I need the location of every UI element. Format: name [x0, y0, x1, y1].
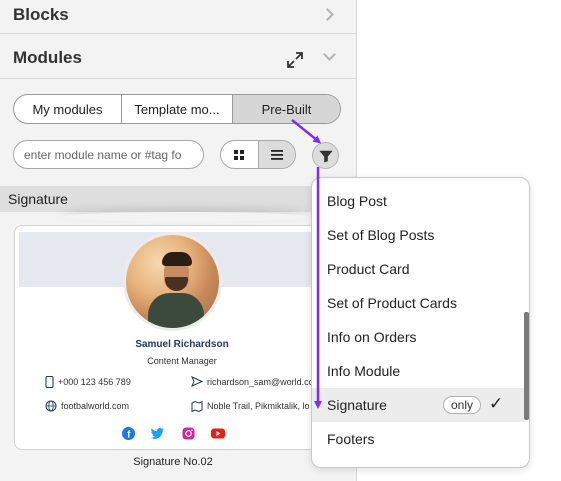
dropdown-item-product-card[interactable]: Product Card: [312, 252, 525, 286]
list-icon: [270, 149, 283, 160]
send-icon: [191, 376, 203, 387]
dropdown-item-label: Footers: [327, 431, 375, 447]
dropdown-item-label: Info on Orders: [327, 329, 417, 345]
card-caption: Signature No.02: [133, 456, 213, 468]
grid-view-button[interactable]: [221, 141, 258, 168]
dropdown-item-footers[interactable]: Footers: [312, 422, 525, 456]
dropdown-item-label: Blog Post: [327, 193, 387, 209]
globe-icon: [45, 400, 57, 412]
list-view-button[interactable]: [257, 141, 295, 168]
checkmark-icon: ✓: [489, 394, 504, 413]
signature-phone-text: +000 123 456 789: [58, 377, 131, 387]
blocks-label: Blocks: [13, 4, 69, 24]
youtube-icon: [211, 426, 225, 440]
signature-address: Noble Trail, Pikmiktalik, lo: [191, 400, 310, 412]
only-button[interactable]: only: [443, 396, 482, 414]
dropdown-item-label: Set of Product Cards: [327, 295, 457, 311]
signature-email-text: richardson_sam@world.co: [207, 376, 314, 387]
dropdown-scrollbar[interactable]: [524, 312, 529, 420]
blocks-section-header[interactable]: Blocks: [0, 0, 356, 34]
view-toggle: [220, 140, 296, 169]
avatar: [123, 232, 222, 331]
signature-phone: +000 123 456 789: [45, 376, 131, 388]
dropdown-item-signature[interactable]: Signature only ✓: [312, 388, 525, 422]
signature-website-text: footbalworld.com: [61, 401, 130, 411]
expand-icon[interactable]: [285, 50, 305, 70]
tab-pre-built[interactable]: Pre-Built: [233, 95, 340, 123]
modules-label: Modules: [13, 48, 82, 67]
tab-template-modules[interactable]: Template mo...: [122, 95, 233, 123]
dropdown-item-blog-post[interactable]: Blog Post: [312, 184, 525, 218]
signature-website: footbalworld.com: [45, 400, 129, 412]
category-header: Signature: [0, 186, 356, 212]
chevron-down-icon: [323, 48, 336, 61]
tab-my-modules[interactable]: My modules: [14, 95, 122, 123]
dropdown-item-label: Product Card: [327, 261, 410, 277]
chevron-right-icon: [321, 8, 334, 21]
module-search-input[interactable]: [13, 140, 204, 169]
phone-icon: [45, 376, 54, 388]
category-shadow: [60, 212, 310, 222]
twitter-icon: [151, 426, 165, 440]
grid-icon: [234, 149, 245, 160]
module-source-tabs: My modules Template mo... Pre-Built: [13, 94, 341, 124]
dropdown-item-label: Info Module: [327, 363, 401, 379]
filter-icon: [318, 150, 333, 162]
category-filter-dropdown: Blog Post Set of Blog Posts Product Card…: [311, 177, 530, 468]
dropdown-item-info-on-orders[interactable]: Info on Orders: [312, 320, 525, 354]
category-label: Signature: [8, 191, 68, 207]
facebook-icon: f: [121, 426, 135, 440]
filter-button[interactable]: [312, 142, 339, 169]
dropdown-item-label: Set of Blog Posts: [327, 227, 435, 243]
dropdown-item-info-module[interactable]: Info Module: [312, 354, 525, 388]
signature-email: richardson_sam@world.co: [191, 376, 314, 387]
modules-panel: Blocks Modules My modules Template mo...…: [0, 0, 357, 481]
dropdown-item-set-of-product-cards[interactable]: Set of Product Cards: [312, 286, 525, 320]
dropdown-item-label: Signature: [327, 397, 387, 413]
signature-name: Samuel Richardson: [135, 339, 229, 350]
instagram-icon: [181, 426, 195, 440]
module-card-signature[interactable]: Samuel Richardson Content Manager +000 1…: [14, 225, 348, 450]
dropdown-item-set-of-blog-posts[interactable]: Set of Blog Posts: [312, 218, 525, 252]
signature-address-text: Noble Trail, Pikmiktalik, lo: [207, 401, 310, 411]
signature-job-title: Content Manager: [147, 356, 217, 366]
map-icon: [191, 400, 203, 412]
